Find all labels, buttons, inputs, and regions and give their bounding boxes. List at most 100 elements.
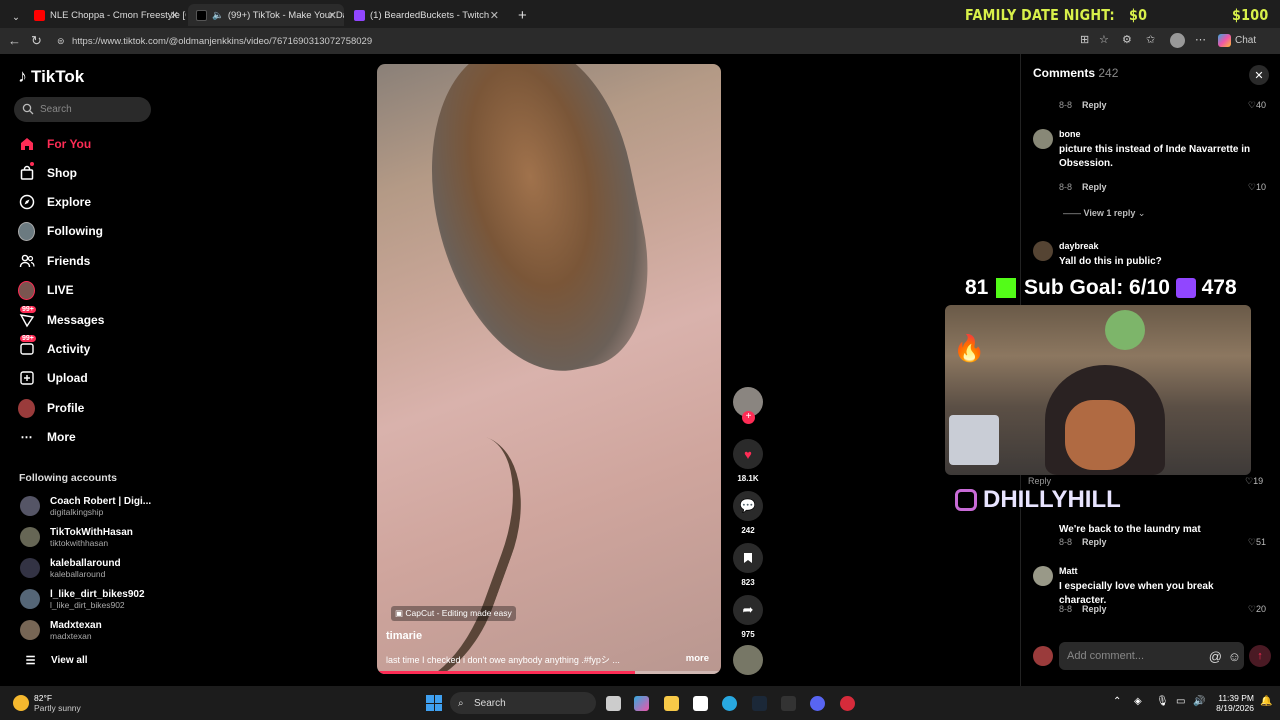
app-icon[interactable]	[840, 696, 855, 711]
add-comment-bar: Add comment... @ ☺ ↑	[1033, 642, 1273, 672]
creator-avatar-button[interactable]: +	[733, 387, 763, 424]
share-count: 975	[741, 630, 755, 639]
messages-icon: 99+	[18, 305, 36, 329]
video-player[interactable]: ▣ CapCut - Editing made easy timarie las…	[377, 64, 721, 674]
tray-chevron-icon[interactable]: ⌃	[1113, 696, 1121, 707]
weather-widget[interactable]: 82°F Partly sunny	[34, 693, 81, 713]
app-available-icon[interactable]: ⊞	[1080, 33, 1089, 46]
reply-button[interactable]: Reply	[1082, 537, 1107, 547]
notification-bell-icon[interactable]: 🔔	[1260, 696, 1272, 707]
edge-icon[interactable]	[722, 696, 737, 711]
tab-youtube[interactable]: NLE Choppa - Cmon Freestyle [Of ✕	[26, 4, 186, 26]
following-account[interactable]: l_like_dirt_bikes902 l_like_dirt_bikes902	[20, 586, 145, 612]
refresh-icon[interactable]: ↻	[31, 33, 42, 49]
close-tab-icon[interactable]: ✕	[328, 9, 337, 22]
site-info-icon[interactable]: ⊜	[57, 36, 65, 47]
nav-following[interactable]: Following	[18, 221, 103, 241]
nav-friends[interactable]: Friends	[18, 251, 90, 271]
volume-icon[interactable]: 🔊	[1193, 696, 1205, 707]
close-tab-icon[interactable]: ✕	[170, 9, 179, 22]
nav-shop[interactable]: Shop	[18, 161, 77, 183]
tab-twitch[interactable]: (1) BeardedBuckets - Twitch ✕	[346, 4, 506, 26]
video-author[interactable]: timarie	[386, 630, 422, 642]
music-disc-icon	[733, 645, 763, 675]
nav-profile[interactable]: Profile	[18, 398, 84, 418]
follow-plus-icon[interactable]: +	[742, 411, 755, 424]
task-view-icon[interactable]	[606, 696, 621, 711]
file-explorer-icon[interactable]	[664, 696, 679, 711]
partial-reply-text: Reply	[1028, 476, 1052, 486]
nav-upload[interactable]: Upload	[18, 368, 88, 388]
comment-like-button[interactable]: ♡20	[1248, 604, 1266, 615]
following-account[interactable]: TikTokWithHasan tiktokwithhasan	[20, 524, 133, 550]
comment-like-button[interactable]: ♡40	[1248, 100, 1266, 111]
search-input[interactable]: Search	[14, 97, 151, 122]
caption-more-button[interactable]: more	[686, 653, 709, 664]
comment-button[interactable]: 💬 242	[733, 491, 763, 535]
mention-icon[interactable]: @	[1209, 649, 1222, 664]
back-icon[interactable]: ←	[8, 33, 21, 48]
reply-button[interactable]: Reply	[1082, 604, 1107, 614]
url-field[interactable]: ⊜ https://www.tiktok.com/@oldmanjenkkins…	[52, 31, 1102, 51]
tab-tiktok[interactable]: 🔈 (99+) TikTok - Make Your Day ✕	[188, 4, 344, 26]
nav-messages[interactable]: 99+ Messages	[18, 305, 104, 330]
copilot-chat-button[interactable]: Chat	[1218, 34, 1256, 47]
nav-activity[interactable]: 99+ Activity	[18, 334, 90, 359]
weather-sun-icon[interactable]	[13, 695, 29, 711]
video-progress-bar[interactable]	[377, 671, 721, 674]
favorite-star-icon[interactable]: ☆	[1099, 33, 1109, 46]
following-account[interactable]: Coach Robert | Digi... digitalkingship	[20, 493, 151, 519]
network-icon[interactable]: ▭	[1176, 696, 1185, 707]
windows-start-icon[interactable]	[426, 695, 442, 711]
tab-list-button[interactable]: ⌄	[4, 6, 22, 28]
add-comment-input[interactable]: Add comment... @ ☺	[1059, 642, 1244, 670]
share-button[interactable]: ➦ 975	[733, 595, 763, 639]
capcut-icon: ▣	[395, 608, 406, 618]
capcut-tag[interactable]: ▣ CapCut - Editing made easy	[391, 606, 516, 621]
reply-button[interactable]: Reply	[1082, 182, 1107, 192]
search-icon	[22, 103, 34, 115]
nav-more[interactable]: ⋯ More	[18, 427, 76, 447]
search-icon: ⌕	[458, 697, 464, 709]
following-account[interactable]: kaleballaround kaleballaround	[20, 555, 121, 581]
more-options-icon[interactable]: ⋯	[1195, 33, 1206, 46]
emoji-icon[interactable]: ☺	[1228, 649, 1241, 664]
view-all-button[interactable]: ☰ View all	[22, 650, 88, 670]
avatar[interactable]	[1033, 566, 1053, 586]
view-replies-button[interactable]: —— View 1 reply ⌄	[1063, 208, 1145, 219]
store-icon[interactable]	[693, 696, 708, 711]
bookmark-icon	[733, 543, 763, 573]
tray-app-icon[interactable]: ◈	[1134, 696, 1142, 707]
app-icon[interactable]	[781, 696, 796, 711]
post-comment-button[interactable]: ↑	[1249, 645, 1271, 667]
music-disc-button[interactable]	[733, 645, 763, 675]
fire-icon: 🔥	[953, 333, 986, 363]
like-button[interactable]: ♥ 18.1K	[733, 439, 763, 483]
avatar[interactable]	[1033, 241, 1053, 261]
close-tab-icon[interactable]: ✕	[490, 9, 499, 22]
comment-like-button[interactable]: ♡51	[1248, 537, 1266, 548]
new-tab-button[interactable]: +	[510, 4, 530, 26]
avatar-icon	[18, 280, 35, 300]
avatar[interactable]	[1033, 129, 1053, 149]
nav-for-you[interactable]: For You	[18, 134, 91, 154]
profile-avatar[interactable]	[1170, 33, 1185, 48]
reply-button[interactable]: Reply	[1082, 100, 1107, 110]
tiktok-logo[interactable]: ♪ TikTok	[18, 66, 84, 87]
nav-explore[interactable]: Explore	[18, 192, 91, 212]
close-icon[interactable]: ✕	[1249, 65, 1269, 85]
copilot-icon[interactable]	[634, 696, 649, 711]
save-button[interactable]: 823	[733, 543, 763, 587]
discord-icon[interactable]	[810, 696, 825, 711]
speaker-icon[interactable]: 🔈	[212, 10, 224, 21]
steam-icon[interactable]	[752, 696, 767, 711]
comment-like-button[interactable]: ♡10	[1248, 182, 1266, 193]
following-account[interactable]: Madxtexan madxtexan	[20, 617, 102, 643]
taskbar-search[interactable]: ⌕ Search	[450, 692, 596, 714]
clock[interactable]: 11:39 PM 8/19/2026	[1214, 693, 1254, 713]
extensions-icon[interactable]: ⚙	[1122, 33, 1132, 46]
microphone-icon[interactable]: 🎙	[1156, 696, 1169, 707]
friends-icon	[18, 253, 35, 270]
favorites-icon[interactable]: ✩	[1146, 33, 1155, 46]
nav-live[interactable]: LIVE	[18, 280, 74, 300]
